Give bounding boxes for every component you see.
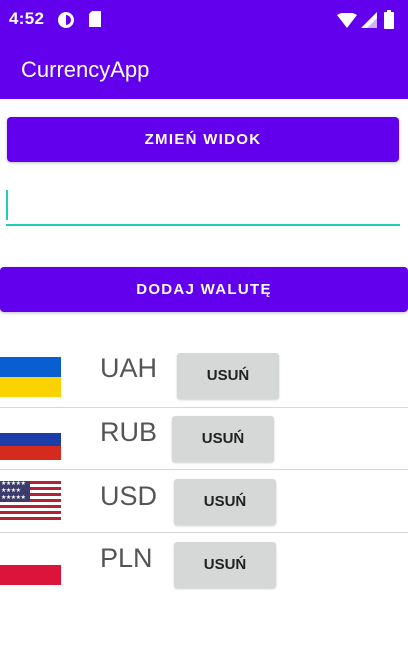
currency-code: PLN bbox=[100, 543, 153, 573]
currency-code: RUB bbox=[100, 417, 158, 447]
usa-flag-icon: ★★★★★ ★★★★ ★★★★★ bbox=[0, 481, 61, 520]
toggle-view-button[interactable]: ZMIEŃ WIDOK bbox=[7, 117, 399, 162]
poland-flag-icon bbox=[0, 545, 61, 585]
status-time: 4:52 bbox=[9, 9, 45, 28]
status-bar: 4:52 bbox=[0, 0, 408, 40]
remove-currency-button[interactable]: USUŃ bbox=[172, 416, 274, 462]
signal-icon bbox=[361, 12, 377, 28]
input-underline bbox=[6, 224, 400, 226]
remove-currency-button[interactable]: USUŃ bbox=[174, 542, 276, 588]
row-divider bbox=[0, 532, 408, 533]
app-bar: CurrencyApp bbox=[0, 40, 408, 99]
add-currency-button[interactable]: DODAJ WALUTĘ bbox=[0, 267, 408, 312]
ukraine-flag-icon bbox=[0, 357, 61, 397]
battery-icon bbox=[384, 10, 394, 29]
sync-status-icon bbox=[58, 12, 74, 28]
currency-input[interactable] bbox=[6, 186, 400, 226]
sd-card-icon bbox=[89, 11, 101, 27]
remove-currency-button[interactable]: USUŃ bbox=[174, 479, 276, 525]
row-divider bbox=[0, 469, 408, 470]
currency-code: UAH bbox=[100, 353, 158, 383]
text-cursor bbox=[6, 190, 8, 220]
remove-currency-button[interactable]: USUŃ bbox=[177, 353, 279, 399]
russia-flag-icon bbox=[0, 420, 61, 460]
wifi-icon bbox=[337, 13, 357, 28]
row-divider bbox=[0, 407, 408, 408]
app-title: CurrencyApp bbox=[21, 57, 150, 82]
currency-code: USD bbox=[100, 481, 158, 511]
